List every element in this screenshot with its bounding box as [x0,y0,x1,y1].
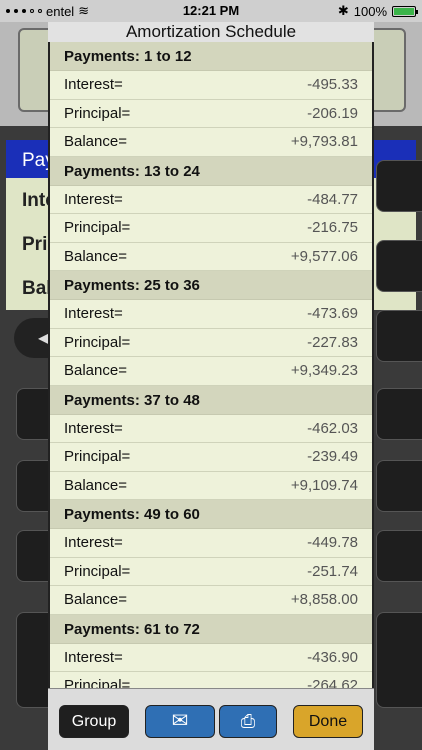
interest-row-label: Interest= [64,419,123,437]
bluetooth-icon: ✱ [337,3,349,18]
interest-row-value: -449.78 [307,534,358,552]
payment-group-header: Payments: 13 to 24 [50,156,372,186]
principal-row: Principal= -206.19 [50,99,372,128]
principal-row: Principal= -239.49 [50,443,372,472]
payment-group-header: Payments: 25 to 36 [50,271,372,300]
print-icon[interactable]: ⎙ [219,705,277,738]
balance-row: Balance= +8,858.00 [50,586,372,615]
status-right: ✱ 100% [337,3,418,19]
payment-group-header: Payments: 61 to 72 [50,614,372,644]
calc-key [376,460,422,512]
interest-row-value: -473.69 [307,305,358,323]
amortization-sheet: Amortization Schedule Payments: 1 to 12 I… [48,22,374,750]
balance-row: Balance= +9,109.74 [50,471,372,500]
interest-row-label: Interest= [64,305,123,323]
interest-row: Interest= -462.03 [50,414,372,443]
interest-row-value: -495.33 [307,76,358,94]
interest-row: Interest= -449.78 [50,529,372,558]
principal-row: Principal= -251.74 [50,557,372,586]
calc-key [376,530,422,582]
schedule-list[interactable]: Payments: 1 to 12 Interest= -495.33 Princip… [48,42,374,710]
principal-row: Principal= -227.83 [50,328,372,357]
interest-row-value: -484.77 [307,190,358,208]
principal-row-value: -227.83 [307,333,358,351]
mail-icon[interactable]: ✉ [145,705,215,738]
calc-key [376,612,422,708]
calc-key [376,240,422,292]
interest-row: Interest= -473.69 [50,300,372,329]
principal-row-label: Principal= [64,104,131,122]
battery-percent: 100% [353,3,387,19]
balance-row: Balance= +9,793.81 [50,128,372,157]
principal-row-value: -216.75 [307,219,358,237]
balance-row-value: +9,793.81 [290,133,358,151]
balance-row-value: +9,577.06 [290,247,358,265]
balance-row-label: Balance= [64,247,127,265]
principal-row-value: -206.19 [307,104,358,122]
payment-group-header: Payments: 49 to 60 [50,500,372,529]
interest-row: Interest= -436.90 [50,643,372,672]
bottom-toolbar: Group ✉ ⎙ Done [48,688,374,750]
principal-row-label: Principal= [64,333,131,351]
balance-row: Balance= +9,349.23 [50,357,372,386]
balance-row-label: Balance= [64,133,127,151]
interest-row-value: -436.90 [307,648,358,666]
interest-row: Interest= -495.33 [50,71,372,100]
status-bar: entel ≋ 12:21 PM ✱ 100% [0,0,422,22]
calc-key [376,388,422,440]
principal-row-label: Principal= [64,562,131,580]
sheet-title: Amortization Schedule [48,22,374,42]
principal-row: Principal= -216.75 [50,214,372,243]
balance-row-value: +8,858.00 [290,591,358,609]
balance-row-label: Balance= [64,476,127,494]
interest-row-value: -462.03 [307,419,358,437]
interest-row-label: Interest= [64,76,123,94]
principal-row-label: Principal= [64,219,131,237]
interest-row-label: Interest= [64,648,123,666]
calc-key [376,160,422,212]
interest-row-label: Interest= [64,190,123,208]
balance-row-label: Balance= [64,591,127,609]
balance-row-value: +9,109.74 [290,476,358,494]
group-button[interactable]: Group [59,705,129,738]
payment-group-header: Payments: 1 to 12 [50,42,372,71]
balance-row-value: +9,349.23 [290,362,358,380]
payment-group-header: Payments: 37 to 48 [50,385,372,415]
battery-icon [392,5,418,17]
principal-row-label: Principal= [64,448,131,466]
battery-fill [394,7,414,15]
calc-key [376,310,422,362]
interest-row-label: Interest= [64,534,123,552]
interest-row: Interest= -484.77 [50,185,372,214]
principal-row-value: -239.49 [307,448,358,466]
done-button[interactable]: Done [293,705,363,738]
balance-row-label: Balance= [64,362,127,380]
principal-row-value: -251.74 [307,562,358,580]
balance-row: Balance= +9,577.06 [50,242,372,271]
